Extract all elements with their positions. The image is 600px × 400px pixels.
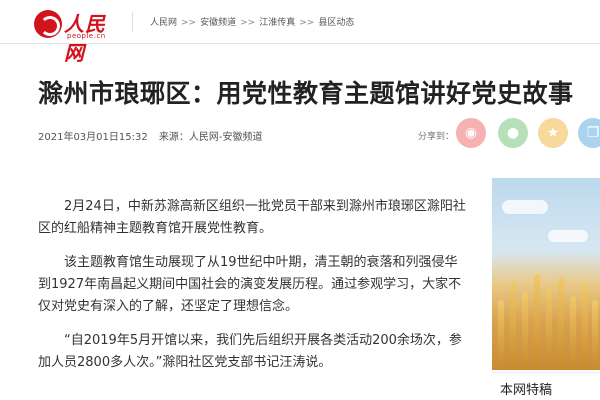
wheat-stalk <box>546 288 552 370</box>
cloud-shape <box>502 200 548 214</box>
wheat-stalk <box>582 284 588 370</box>
site-header: 人民网 people.cn 人民网 >> 安徽频道 >> 江淮传真 >> 县区动态 <box>0 0 600 65</box>
article-title: 滁州市琅琊区：用党性教育主题馆讲好党史故事 <box>38 79 574 108</box>
wechat-icon: ● <box>506 125 520 141</box>
breadcrumb-anhui-channel[interactable]: 安徽频道 <box>200 18 236 28</box>
wheat-stalk <box>534 274 540 370</box>
sidebar-section-title[interactable]: 本网特稿 <box>492 372 600 400</box>
people-logo[interactable]: 人民网 people.cn <box>34 8 114 65</box>
breadcrumb-separator: >> <box>181 18 197 28</box>
breadcrumb-separator: >> <box>299 18 315 28</box>
wheat-stalk <box>558 278 564 370</box>
breadcrumb-home[interactable]: 人民网 <box>150 18 177 28</box>
wheat-stalk <box>510 282 516 370</box>
breadcrumb-county-news[interactable]: 县区动态 <box>318 18 354 28</box>
share-wechat-button[interactable]: ● <box>498 118 528 148</box>
share-qzone-button[interactable]: ★ <box>538 118 568 148</box>
article-paragraph: “自2019年5月开馆以来，我们先后组织开展各类活动200余场次，参加人员280… <box>38 333 462 370</box>
publish-date: 2021年03月01日15:32 <box>38 132 148 143</box>
share-copy-button[interactable]: ❐ <box>578 118 600 148</box>
article-body: 2月24日，中新苏滁高新区组织一批党员干部来到滁州市琅琊区滁阳社区的红船精神主题… <box>38 196 468 386</box>
cloud-shape <box>548 230 588 242</box>
wheat-stalk <box>592 300 598 370</box>
star-icon: ★ <box>546 125 560 141</box>
breadcrumb-separator: >> <box>240 18 256 28</box>
article-source[interactable]: 来源：人民网-安徽频道 <box>159 132 263 143</box>
share-label: 分享到： <box>418 132 455 142</box>
weibo-icon: ◉ <box>464 125 478 141</box>
share-weibo-button[interactable]: ◉ <box>456 118 486 148</box>
wheat-stalk <box>522 292 528 370</box>
logo-subtext: people.cn <box>67 32 106 40</box>
article-meta: 2021年03月01日15:32 来源：人民网-安徽频道 <box>38 128 271 143</box>
article-paragraph: 2月24日，中新苏滁高新区组织一批党员干部来到滁州市琅琊区滁阳社区的红船精神主题… <box>38 199 466 236</box>
logo-mark-icon <box>34 10 62 38</box>
breadcrumb: 人民网 >> 安徽频道 >> 江淮传真 >> 县区动态 <box>150 15 354 28</box>
wheat-stalk <box>570 296 576 370</box>
wheat-stalk <box>498 300 504 370</box>
article-paragraph: 该主题教育馆生动展现了从19世纪中叶期，清王朝的衰落和列强侵华到1927年南昌起… <box>38 255 462 314</box>
copy-icon: ❐ <box>586 125 600 141</box>
breadcrumb-jianghuai[interactable]: 江淮传真 <box>259 18 295 28</box>
header-divider <box>132 12 133 32</box>
sidebar-wheat-image[interactable] <box>492 178 600 370</box>
